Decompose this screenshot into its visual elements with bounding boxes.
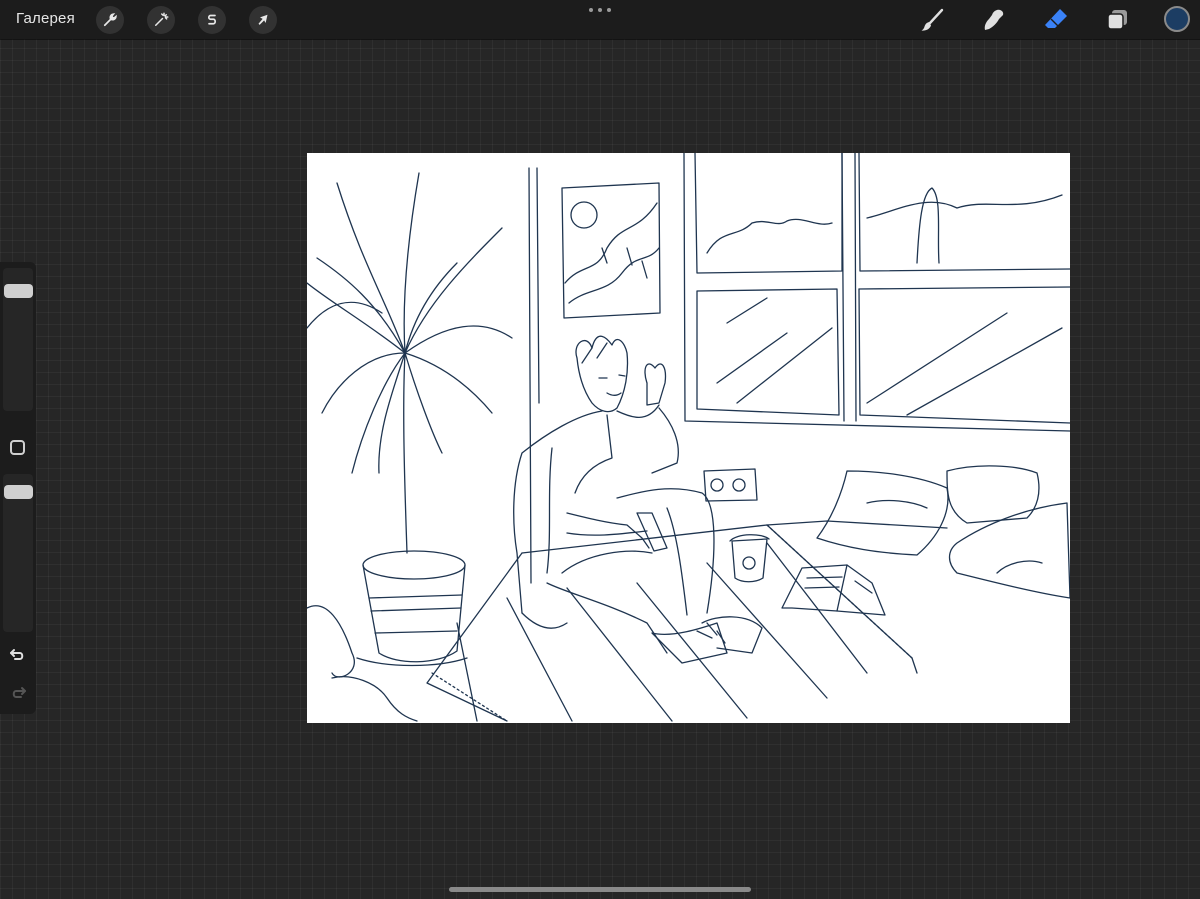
transform-button[interactable] [249,6,277,34]
line-art-drawing [307,153,1070,722]
top-toolbar: Галерея [0,0,1200,39]
home-indicator[interactable] [449,887,751,892]
wrench-icon [103,13,117,27]
eraser-tool[interactable] [1042,6,1070,34]
drawing-canvas[interactable] [307,153,1070,723]
actions-button[interactable] [96,6,124,34]
smudge-tool[interactable] [980,6,1008,34]
smudge-icon [984,9,1004,30]
color-picker[interactable] [1164,6,1190,32]
layers-tool[interactable] [1104,6,1132,34]
undo-icon [10,649,24,660]
eraser-icon [1045,9,1067,28]
redo-icon [12,687,26,698]
magic-wand-icon [155,12,169,26]
floor-cloth [307,605,418,722]
open-book [781,564,886,616]
brush-tool[interactable] [918,6,946,34]
coffee-cup [729,534,770,583]
pillows [816,465,1070,599]
adjustments-button[interactable] [147,6,175,34]
rug [426,524,918,722]
wall-picture [561,182,661,319]
window-frame [683,153,1070,432]
left-sidebar [0,262,36,714]
selection-button[interactable] [198,6,226,34]
redo-button[interactable] [8,682,28,702]
brush-icon [921,8,944,31]
brush-size-handle[interactable] [4,284,33,298]
layers-icon [1107,10,1127,30]
selection-s-icon [207,14,217,25]
plant-pot [356,550,468,667]
undo-button[interactable] [8,644,28,664]
man-figure [513,335,763,664]
opacity-handle[interactable] [4,485,33,499]
wall-outlet [703,468,758,502]
wall-edge [528,167,540,584]
modify-button[interactable] [10,440,25,455]
plant-leaves [307,172,513,554]
floor-line [766,520,948,529]
arrow-cursor-icon [258,14,268,25]
gallery-button[interactable]: Галерея [16,10,75,27]
more-dots-icon[interactable] [589,4,611,16]
